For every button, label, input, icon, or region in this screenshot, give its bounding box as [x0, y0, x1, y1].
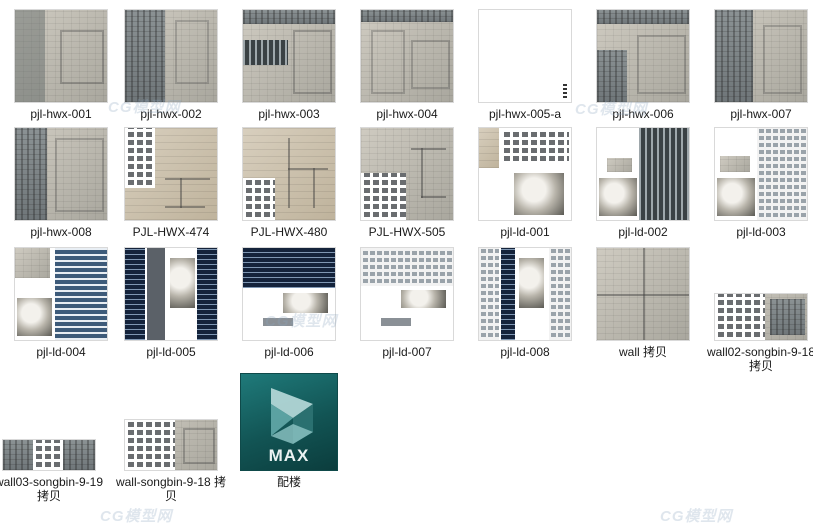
file-item-peilou[interactable]: MAX 配楼	[230, 374, 348, 489]
texture-thumbnail	[15, 248, 107, 340]
texture-thumbnail	[125, 248, 217, 340]
watermark: CG模型网	[100, 508, 173, 525]
file-item-pjl-ld-003[interactable]: pjl-ld-003	[702, 124, 813, 239]
file-item-pjl-hwx-006[interactable]: pjl-hwx-006	[584, 6, 702, 121]
file-item-wall-songbin[interactable]: wall-songbin-9-18 拷贝	[112, 374, 230, 503]
file-grid: pjl-hwx-001 pjl-hwx-002 pjl-hwx-003 pjl-…	[0, 0, 813, 528]
file-name: pjl-hwx-006	[612, 107, 674, 121]
file-name: pjl-ld-002	[618, 225, 668, 239]
file-item-pjl-hwx-003[interactable]: pjl-hwx-003	[230, 6, 348, 121]
file-item-pjl-ld-002[interactable]: pjl-ld-002	[584, 124, 702, 239]
file-name: pjl-ld-007	[382, 345, 432, 359]
texture-thumbnail	[597, 10, 689, 102]
file-item-wall03-songbin[interactable]: wall03-songbin-9-19 拷贝	[0, 374, 108, 503]
texture-thumbnail	[243, 128, 335, 220]
texture-thumbnail	[361, 128, 453, 220]
file-name: pjl-ld-005	[146, 345, 196, 359]
file-name: wall02-songbin-9-18 拷贝	[706, 345, 813, 373]
texture-thumbnail	[125, 128, 217, 220]
file-name: pjl-hwx-007	[730, 107, 792, 121]
texture-thumbnail	[715, 128, 807, 220]
texture-thumbnail	[3, 440, 95, 470]
file-name: pjl-hwx-004	[376, 107, 438, 121]
file-item-pjl-hwx-007[interactable]: pjl-hwx-007	[702, 6, 813, 121]
file-item-pjl-ld-007[interactable]: pjl-ld-007	[348, 244, 466, 359]
texture-thumbnail	[125, 420, 217, 470]
file-item-wall02-songbin[interactable]: wall02-songbin-9-18 拷贝	[702, 244, 813, 373]
texture-thumbnail	[15, 10, 107, 102]
file-item-PJL-HWX-474[interactable]: PJL-HWX-474	[112, 124, 230, 239]
file-name: wall03-songbin-9-19 拷贝	[0, 475, 104, 503]
watermark: CG模型网	[660, 508, 733, 525]
texture-thumbnail	[479, 10, 571, 102]
texture-thumbnail	[243, 248, 335, 340]
texture-thumbnail	[479, 248, 571, 340]
file-item-pjl-ld-004[interactable]: pjl-ld-004	[2, 244, 120, 359]
file-name: PJL-HWX-505	[368, 225, 446, 239]
max-icon-text: MAX	[268, 446, 310, 465]
file-name: pjl-hwx-005-a	[488, 107, 562, 121]
texture-thumbnail	[125, 10, 217, 102]
texture-thumbnail	[243, 10, 335, 102]
texture-thumbnail	[361, 248, 453, 340]
file-item-pjl-hwx-008[interactable]: pjl-hwx-008	[2, 124, 120, 239]
file-item-pjl-ld-008[interactable]: pjl-ld-008	[466, 244, 584, 359]
file-name: 配楼	[276, 475, 301, 489]
texture-thumbnail	[479, 128, 571, 220]
file-name: pjl-ld-006	[264, 345, 314, 359]
texture-thumbnail	[715, 294, 807, 340]
file-item-PJL-HWX-505[interactable]: PJL-HWX-505	[348, 124, 466, 239]
file-name: PJL-HWX-480	[250, 225, 328, 239]
texture-thumbnail	[15, 128, 107, 220]
file-name: pjl-hwx-008	[30, 225, 92, 239]
texture-thumbnail	[715, 10, 807, 102]
file-item-wall[interactable]: wall 拷贝	[584, 244, 702, 359]
file-name: wall 拷贝	[618, 345, 667, 359]
3ds-max-icon: MAX	[241, 374, 337, 470]
file-item-pjl-hwx-004[interactable]: pjl-hwx-004	[348, 6, 466, 121]
texture-thumbnail	[361, 10, 453, 102]
file-name: pjl-hwx-001	[30, 107, 92, 121]
file-name: pjl-ld-004	[36, 345, 86, 359]
file-name: pjl-hwx-003	[258, 107, 320, 121]
file-item-pjl-hwx-005-a[interactable]: pjl-hwx-005-a	[466, 6, 584, 121]
file-item-PJL-HWX-480[interactable]: PJL-HWX-480	[230, 124, 348, 239]
file-item-pjl-ld-001[interactable]: pjl-ld-001	[466, 124, 584, 239]
file-item-pjl-hwx-001[interactable]: pjl-hwx-001	[2, 6, 120, 121]
texture-thumbnail	[597, 248, 689, 340]
file-name: pjl-ld-008	[500, 345, 550, 359]
file-name: pjl-hwx-002	[140, 107, 202, 121]
file-name: pjl-ld-003	[736, 225, 786, 239]
file-item-pjl-ld-006[interactable]: pjl-ld-006	[230, 244, 348, 359]
file-name: wall-songbin-9-18 拷贝	[115, 475, 227, 503]
file-item-pjl-ld-005[interactable]: pjl-ld-005	[112, 244, 230, 359]
file-name: pjl-ld-001	[500, 225, 550, 239]
file-name: PJL-HWX-474	[132, 225, 210, 239]
file-item-pjl-hwx-002[interactable]: pjl-hwx-002	[112, 6, 230, 121]
texture-thumbnail	[597, 128, 689, 220]
